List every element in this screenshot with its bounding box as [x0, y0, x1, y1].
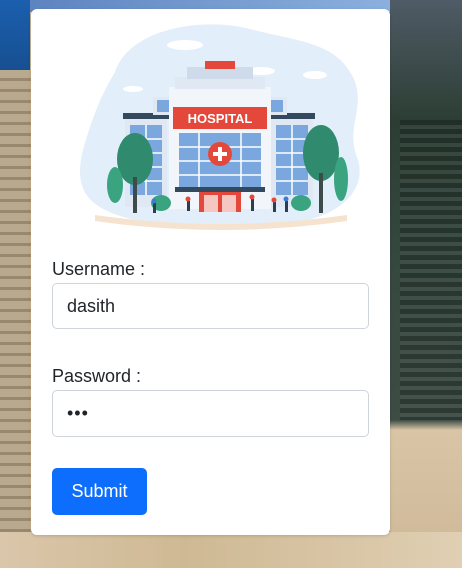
background-detail — [400, 120, 462, 420]
password-label: Password : — [52, 366, 142, 386]
background-detail — [0, 70, 32, 568]
hospital-sign-text: HOSPITAL — [188, 111, 253, 126]
login-card: HOSPITAL Username: dasith Password: ••… — [31, 9, 390, 535]
username-label: Username : — [52, 259, 146, 279]
hospital-building-icon: HOSPITAL — [80, 24, 360, 230]
background-detail — [0, 532, 462, 568]
password-input[interactable] — [52, 390, 369, 437]
submit-button[interactable]: Submit — [52, 468, 147, 515]
username-input[interactable] — [52, 283, 369, 329]
